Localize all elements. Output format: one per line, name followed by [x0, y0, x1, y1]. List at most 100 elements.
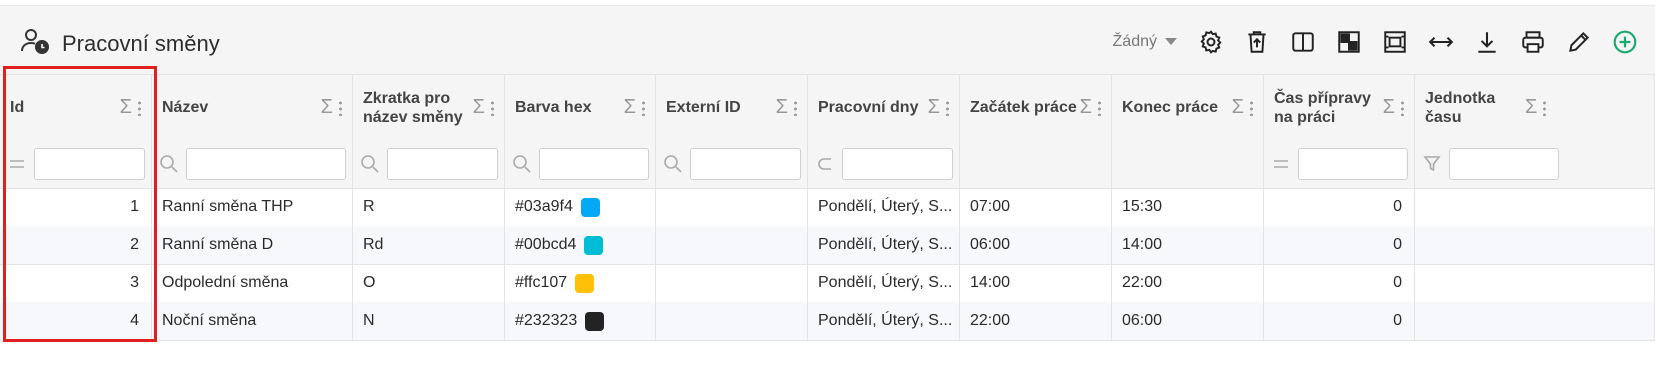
column-menu-icon[interactable]	[946, 99, 949, 116]
gear-icon	[1200, 30, 1222, 54]
cell-pracovni-dny: Pondělí, Úterý, S...	[808, 264, 960, 302]
sigma-icon[interactable]: Σ	[624, 96, 636, 119]
print-button[interactable]	[1513, 24, 1553, 60]
filter-input-externi-id[interactable]	[690, 148, 801, 180]
cell-externi-id	[656, 188, 808, 226]
cell-id: 2	[0, 226, 152, 264]
columns-icon	[1292, 32, 1314, 52]
cell-zkratka: N	[353, 302, 505, 340]
layout-icon	[1338, 31, 1360, 53]
columns-button[interactable]	[1283, 24, 1323, 60]
sigma-icon[interactable]: Σ	[1232, 96, 1244, 119]
data-grid: Id Σ Název Σ Zkratka pro název směny Σ B…	[0, 74, 1655, 365]
column-header-barva[interactable]: Barva hex Σ	[505, 75, 656, 140]
edit-button[interactable]	[1559, 24, 1599, 60]
filter-input-pracovni-dny[interactable]	[842, 148, 953, 180]
page-title: Pracovní směny	[62, 30, 220, 56]
cell-nazev: Noční směna	[152, 302, 353, 340]
filter-input-nazev[interactable]	[186, 148, 346, 180]
fit-width-button[interactable]	[1421, 24, 1461, 60]
cell-jednotka	[1415, 188, 1655, 226]
column-header-priprava[interactable]: Čas přípravy na práci Σ	[1264, 75, 1415, 140]
column-menu-icon[interactable]	[491, 99, 494, 116]
export-button[interactable]	[1467, 24, 1507, 60]
column-header-zacatek[interactable]: Začátek práce Σ	[960, 75, 1112, 140]
equals-icon[interactable]	[1270, 153, 1292, 175]
column-menu-icon[interactable]	[794, 99, 797, 116]
filter-input-jednotka[interactable]	[1449, 148, 1559, 180]
filter-cell-id	[0, 140, 152, 188]
table-row[interactable]: 4 Noční směna N #232323 Pondělí, Úterý, …	[0, 302, 1655, 341]
column-menu-icon[interactable]	[1401, 99, 1404, 116]
filter-cell-pracovni-dny	[808, 140, 960, 188]
filter-funnel-icon[interactable]	[1421, 153, 1443, 175]
add-button[interactable]	[1605, 24, 1645, 60]
sigma-icon[interactable]: Σ	[321, 96, 333, 119]
cell-konec: 22:00	[1112, 264, 1264, 302]
equals-icon[interactable]	[6, 153, 28, 175]
column-label-zacatek: Začátek práce	[970, 99, 1077, 116]
filter-input-id[interactable]	[34, 148, 145, 180]
column-header-pracovni-dny[interactable]: Pracovní dny Σ	[808, 75, 960, 140]
sigma-icon[interactable]: Σ	[1383, 96, 1395, 119]
filter-input-zkratka[interactable]	[387, 148, 498, 180]
sigma-icon[interactable]: Σ	[1525, 96, 1537, 119]
column-header-zkratka[interactable]: Zkratka pro název směny Σ	[353, 75, 505, 140]
user-clock-icon	[20, 26, 50, 61]
cell-barva: #03a9f4	[505, 188, 656, 226]
filter-row	[0, 140, 1655, 189]
cell-jednotka	[1415, 302, 1655, 340]
table-row[interactable]: 3 Odpolední směna O #ffc107 Pondělí, Úte…	[0, 264, 1655, 303]
delete-button[interactable]	[1237, 24, 1277, 60]
cell-zacatek: 22:00	[960, 302, 1112, 340]
frame-button[interactable]	[1375, 24, 1415, 60]
cell-nazev: Odpolední směna	[152, 264, 353, 302]
color-swatch	[585, 311, 605, 331]
column-menu-icon[interactable]	[642, 99, 645, 116]
column-label-id: Id	[10, 99, 25, 116]
column-header-konec[interactable]: Konec práce Σ	[1112, 75, 1264, 140]
column-menu-icon[interactable]	[339, 99, 342, 116]
sigma-icon[interactable]: Σ	[473, 96, 485, 119]
cell-konec: 15:30	[1112, 188, 1264, 226]
table-row[interactable]: 1 Ranní směna THP R #03a9f4 Pondělí, Úte…	[0, 188, 1655, 227]
title-area: Pracovní směny	[20, 26, 220, 61]
column-label-zkratka: Zkratka pro název směny	[363, 89, 463, 126]
search-icon[interactable]	[511, 153, 533, 175]
column-header-externi-id[interactable]: Externí ID Σ	[656, 75, 808, 140]
subset-icon[interactable]	[814, 153, 836, 175]
sigma-icon[interactable]: Σ	[928, 96, 940, 119]
sigma-icon[interactable]: Σ	[1080, 96, 1092, 119]
column-header-jednotka[interactable]: Jednotka času Σ	[1415, 75, 1655, 140]
column-menu-icon[interactable]	[138, 99, 141, 116]
cell-pracovni-dny: Pondělí, Úterý, S...	[808, 188, 960, 226]
column-menu-icon[interactable]	[1250, 99, 1253, 116]
layout-button[interactable]	[1329, 24, 1369, 60]
column-menu-icon[interactable]	[1098, 99, 1101, 116]
search-icon[interactable]	[662, 153, 684, 175]
sigma-icon[interactable]: Σ	[120, 96, 132, 119]
column-label-barva: Barva hex	[515, 99, 592, 116]
column-header-id[interactable]: Id Σ	[0, 75, 152, 140]
cell-id: 3	[0, 264, 152, 302]
column-label-nazev: Název	[162, 99, 209, 116]
settings-button[interactable]	[1191, 24, 1231, 60]
cell-zacatek: 14:00	[960, 264, 1112, 302]
view-select[interactable]: Žádný	[1113, 33, 1177, 51]
filter-cell-zkratka	[353, 140, 505, 188]
cell-nazev: Ranní směna D	[152, 226, 353, 264]
table-row[interactable]: 2 Ranní směna D Rd #00bcd4 Pondělí, Úter…	[0, 226, 1655, 265]
filter-cell-externi-id	[656, 140, 808, 188]
color-swatch	[580, 197, 600, 217]
column-label-priprava: Čas přípravy na práci	[1274, 89, 1371, 126]
filter-input-priprava[interactable]	[1298, 148, 1408, 180]
search-icon[interactable]	[359, 153, 381, 175]
column-header-nazev[interactable]: Název Σ	[152, 75, 353, 140]
search-icon[interactable]	[158, 153, 180, 175]
trash-upload-icon	[1248, 31, 1266, 53]
column-header-row: Id Σ Název Σ Zkratka pro název směny Σ B…	[0, 75, 1655, 141]
cell-jednotka	[1415, 226, 1655, 264]
filter-input-barva[interactable]	[539, 148, 649, 180]
column-menu-icon[interactable]	[1543, 99, 1547, 116]
sigma-icon[interactable]: Σ	[776, 96, 788, 119]
